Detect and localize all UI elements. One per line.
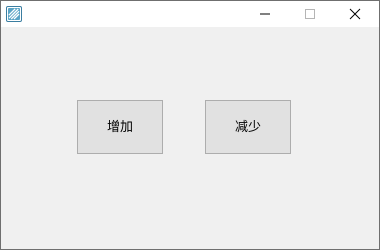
close-button[interactable] <box>332 1 377 27</box>
title-bar[interactable] <box>1 1 379 27</box>
increase-button[interactable]: 增加 <box>77 100 163 154</box>
app-window: 增加 减少 <box>0 0 380 250</box>
minimize-button[interactable] <box>242 1 287 27</box>
decrease-button-label: 减少 <box>234 119 261 135</box>
app-icon <box>6 6 22 22</box>
maximize-button[interactable] <box>287 1 332 27</box>
increase-button-label: 增加 <box>106 119 133 135</box>
maximize-icon <box>304 8 316 20</box>
minimize-icon <box>259 8 271 20</box>
close-icon <box>349 8 361 20</box>
window-client-area: 增加 减少 <box>1 27 379 249</box>
decrease-button[interactable]: 减少 <box>205 100 291 154</box>
